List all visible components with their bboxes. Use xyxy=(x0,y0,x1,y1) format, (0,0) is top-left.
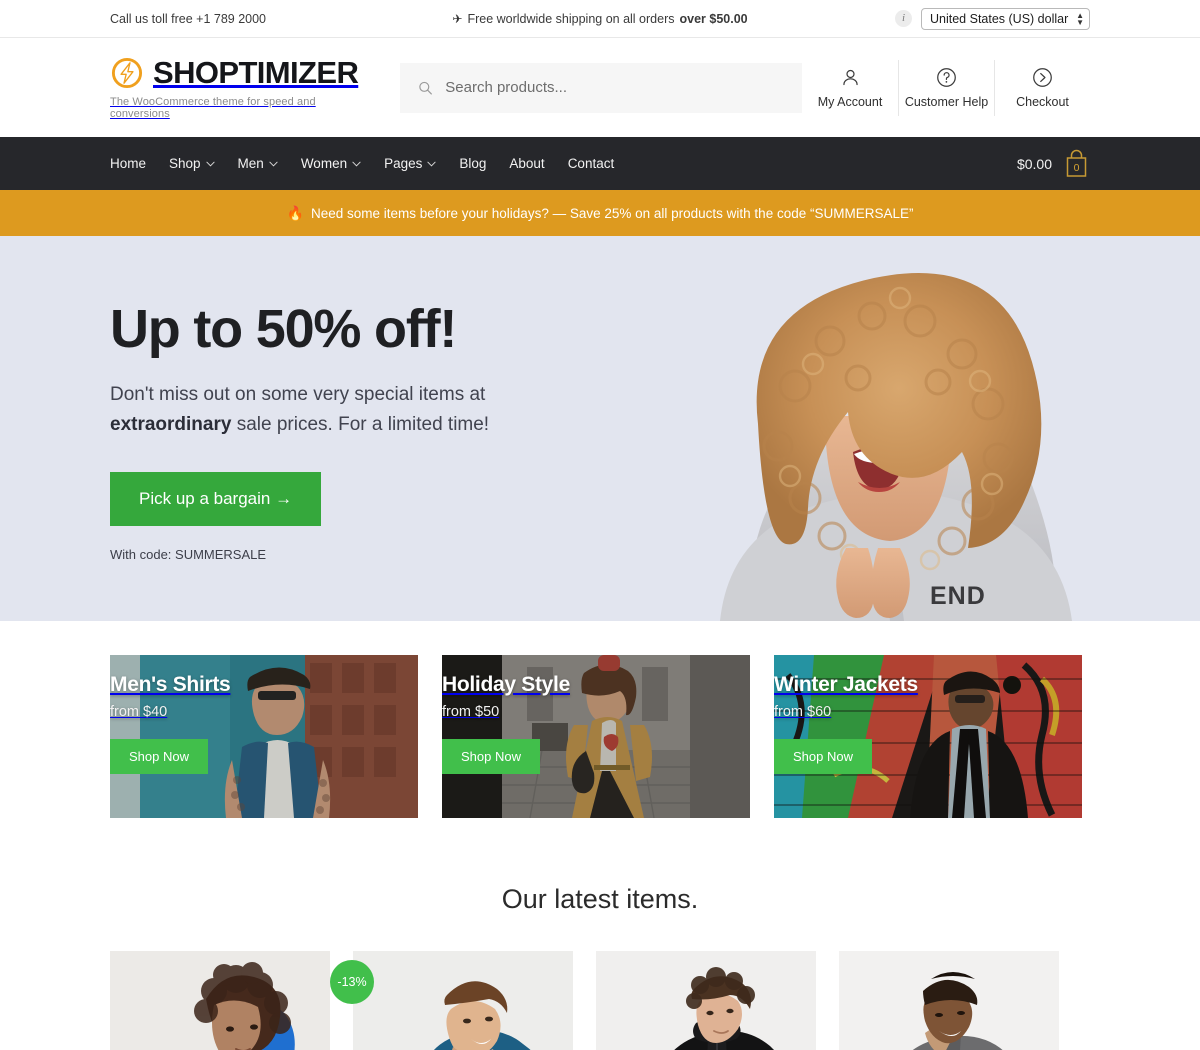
nav-label: Home xyxy=(110,156,147,171)
nav-label: Men xyxy=(237,156,264,171)
category-shop-now-button[interactable]: Shop Now xyxy=(442,739,540,774)
hero-title: Up to 50% off! xyxy=(110,298,457,359)
product-photo-1 xyxy=(110,951,330,1050)
nav-label: Pages xyxy=(384,156,423,171)
chevron-down-icon xyxy=(269,161,278,167)
discount-badge: -13% xyxy=(330,960,374,1004)
nav-label: About xyxy=(509,156,545,171)
my-account-link[interactable]: My Account xyxy=(802,60,898,116)
nav-item-home[interactable]: Home xyxy=(110,156,146,171)
airplane-icon: ✈ xyxy=(452,11,463,26)
main-navigation: Home Shop Men Women Pages Blog About Con… xyxy=(0,137,1200,190)
hero-cta-button[interactable]: Pick up a bargain → xyxy=(110,472,322,527)
customer-help-link[interactable]: Customer Help xyxy=(898,59,994,116)
currency-select[interactable]: United States (US) dollar xyxy=(921,7,1090,30)
customer-help-label: Customer Help xyxy=(904,94,989,109)
search-box[interactable] xyxy=(400,62,802,113)
question-circle-icon xyxy=(937,67,956,87)
hero-code-note: With code: SUMMERSALE xyxy=(110,547,267,563)
hero-sub-line2: sale prices. For a limited time! xyxy=(231,414,490,436)
product-card[interactable]: -13% xyxy=(330,951,573,1050)
hero-subtitle: Don't miss out on some very special item… xyxy=(110,380,510,442)
nav-label: Women xyxy=(300,156,348,171)
nav-item-men[interactable]: Men xyxy=(238,156,278,171)
brand-tagline: The WooCommerce theme for speed and conv… xyxy=(110,95,316,120)
category-price: from $40 xyxy=(110,704,168,720)
category-card-holiday-style[interactable]: Holiday Style from $50 Shop Now xyxy=(442,655,750,818)
category-title: Men's Shirts xyxy=(110,673,231,696)
cart-widget[interactable]: $0.00 0 xyxy=(1017,149,1090,179)
header-actions: My Account Customer Help Checkout xyxy=(802,59,1090,116)
nav-item-contact[interactable]: Contact xyxy=(568,156,615,171)
product-grid: -13% xyxy=(0,951,1200,1050)
category-price: from $60 xyxy=(774,704,832,720)
product-photo-4 xyxy=(839,951,1059,1050)
lightning-bolt-logo-icon xyxy=(111,57,143,88)
svg-text:END: END xyxy=(930,582,986,610)
phone-text: Call us toll free +1 789 2000 xyxy=(110,11,267,26)
site-header: SHOPTIMIZER The WooCommerce theme for sp… xyxy=(0,38,1200,137)
category-cards: Men's Shirts from $40 Shop Now Holiday S… xyxy=(0,621,1200,818)
nav-label: Contact xyxy=(567,156,615,171)
product-photo-3 xyxy=(596,951,816,1050)
chevron-down-icon xyxy=(205,161,215,167)
shopping-bag-icon[interactable]: 0 xyxy=(1063,149,1090,179)
shipping-text: Free worldwide shipping on all orders xyxy=(467,11,675,26)
product-card[interactable] xyxy=(596,951,816,1050)
cart-total: $0.00 xyxy=(1016,155,1052,172)
hero-sub-line1: Don't miss out on some very special item… xyxy=(110,383,486,405)
site-logo[interactable]: SHOPTIMIZER The WooCommerce theme for sp… xyxy=(110,56,362,120)
my-account-label: My Account xyxy=(817,94,883,109)
hero-section: END Up to 50% off! Don't miss out on som… xyxy=(0,236,1200,621)
category-title: Holiday Style xyxy=(442,673,570,696)
currency-select-wrapper[interactable]: United States (US) dollar ▲ ▼ xyxy=(921,7,1090,30)
user-icon xyxy=(842,69,858,85)
nav-item-shop[interactable]: Shop xyxy=(169,156,215,171)
nav-item-pages[interactable]: Pages xyxy=(384,156,436,171)
top-bar: Call us toll free +1 789 2000 ✈ Free wor… xyxy=(0,0,1200,38)
product-card[interactable] xyxy=(839,951,1059,1050)
product-card[interactable] xyxy=(110,951,330,1050)
nav-item-women[interactable]: Women xyxy=(301,156,361,171)
currency-area: i United States (US) dollar ▲ ▼ xyxy=(895,7,1090,30)
promo-banner[interactable]: 🔥 Need some items before your holidays? … xyxy=(0,190,1200,236)
hero-photo: END xyxy=(600,236,1200,621)
nav-label: Blog xyxy=(459,156,487,171)
product-image xyxy=(110,951,330,1050)
latest-items-heading: Our latest items. xyxy=(501,884,699,914)
nav-items: Home Shop Men Women Pages Blog About Con… xyxy=(110,156,614,171)
product-photo-2 xyxy=(353,951,573,1050)
product-image xyxy=(353,951,573,1050)
fire-icon: 🔥 xyxy=(286,204,304,221)
hero-copy: Up to 50% off! Don't miss out on some ve… xyxy=(110,295,650,562)
search-input[interactable] xyxy=(445,79,784,96)
nav-label: Shop xyxy=(169,156,201,171)
category-price: from $50 xyxy=(442,704,500,720)
category-shop-now-button[interactable]: Shop Now xyxy=(110,739,208,774)
product-image xyxy=(839,951,1059,1050)
nav-item-about[interactable]: About xyxy=(509,156,544,171)
arrow-right-circle-icon xyxy=(1033,67,1052,87)
search-icon xyxy=(419,81,433,95)
category-card-winter-jackets[interactable]: Winter Jackets from $60 Shop Now xyxy=(774,655,1082,818)
nav-item-blog[interactable]: Blog xyxy=(459,156,486,171)
shipping-threshold: over $50.00 xyxy=(679,11,748,26)
product-image xyxy=(596,951,816,1050)
info-icon[interactable]: i xyxy=(895,10,912,27)
category-shop-now-button[interactable]: Shop Now xyxy=(774,739,872,774)
checkout-label: Checkout xyxy=(1016,94,1069,109)
hero-sub-strong: extraordinary xyxy=(110,414,232,436)
chevron-down-icon xyxy=(352,161,361,167)
cart-count: 0 xyxy=(1073,161,1080,174)
brand-name: SHOPTIMIZER xyxy=(153,55,359,90)
chevron-down-icon xyxy=(427,161,436,167)
category-title: Winter Jackets xyxy=(774,673,918,696)
checkout-link[interactable]: Checkout xyxy=(994,59,1090,116)
promo-text: Need some items before your holidays? — … xyxy=(310,205,914,221)
category-card-mens-shirts[interactable]: Men's Shirts from $40 Shop Now xyxy=(110,655,418,818)
